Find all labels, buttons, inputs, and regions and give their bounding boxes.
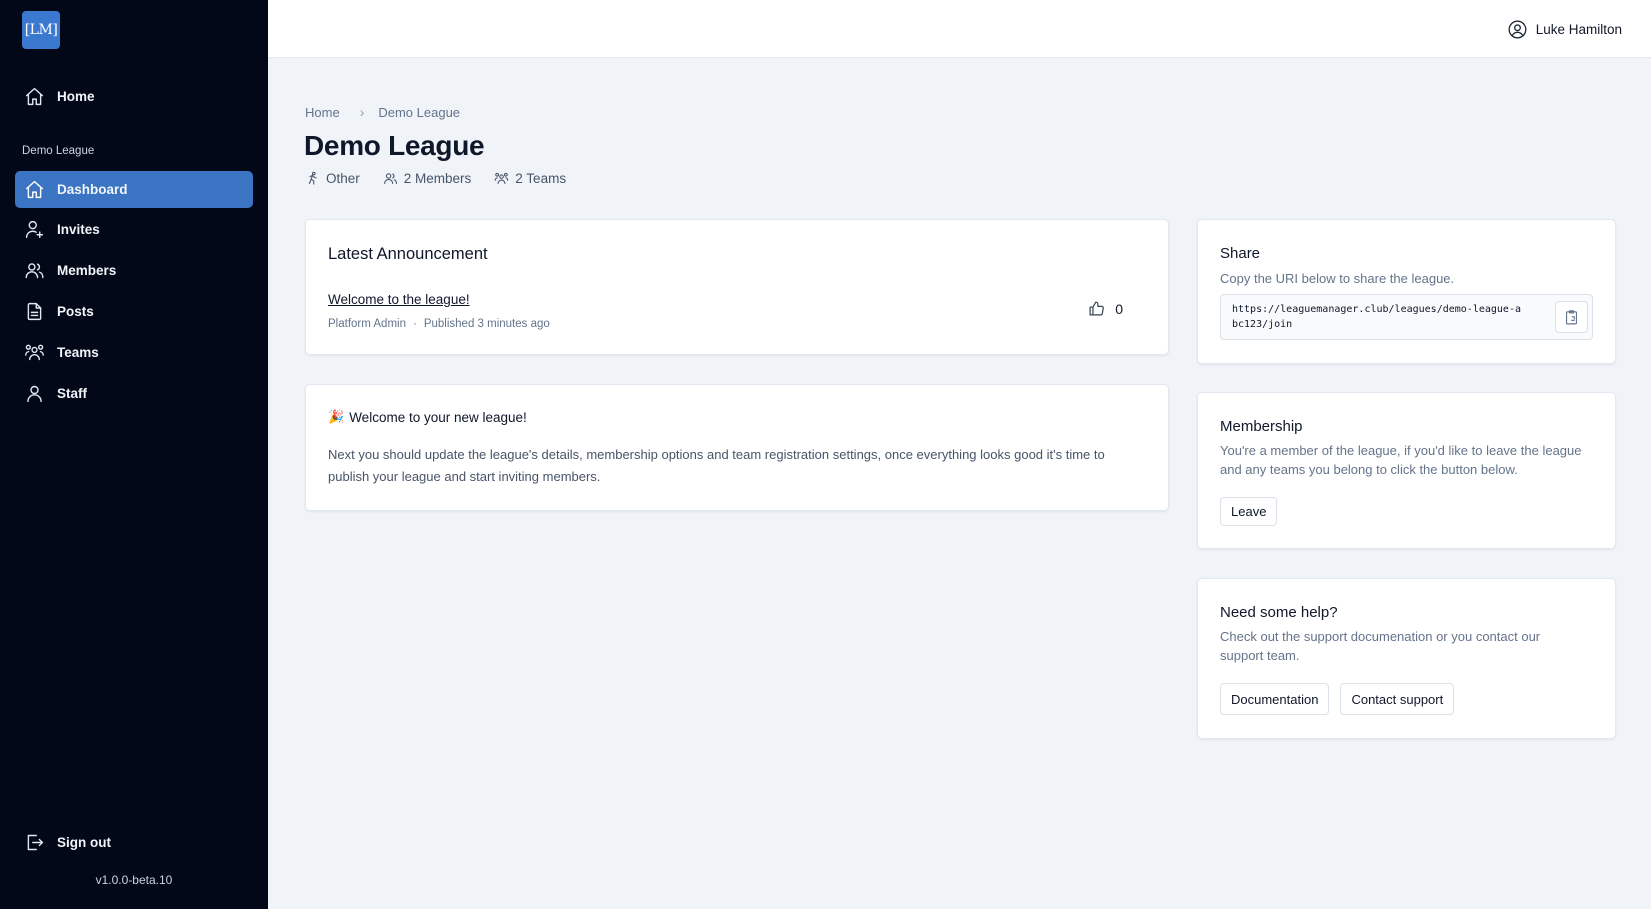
user-name: Luke Hamilton (1535, 22, 1622, 37)
user-group-icon (25, 344, 44, 361)
separator-dot: · (412, 318, 417, 330)
sidebar-item-label: Invites (57, 222, 100, 237)
contact-support-button[interactable]: Contact support (1340, 683, 1455, 715)
copy-uri-button[interactable] (1555, 301, 1588, 333)
welcome-title: Welcome to your new league! (349, 409, 527, 425)
sidebar-item-label: Members (57, 263, 117, 278)
app-version: v1.0.0-beta.10 (95, 873, 173, 887)
user-menu[interactable]: Luke Hamilton (1507, 19, 1622, 40)
like-count: 0 (1115, 300, 1123, 317)
sidebar-item-invites[interactable]: Invites (15, 211, 253, 248)
page-title: Demo League (304, 130, 485, 161)
welcome-body: Next you should update the league's deta… (328, 447, 1105, 484)
top-bar: Luke Hamilton (268, 0, 1651, 58)
announcement-published: Published 3 minutes ago (423, 318, 550, 330)
help-title: Need some help? (1220, 604, 1338, 621)
home-icon (25, 180, 44, 199)
app-logo[interactable]: [LM] (22, 11, 60, 49)
sidebar-item-teams[interactable]: Teams (15, 334, 253, 371)
membership-description: You're a member of the league, if you'd … (1220, 443, 1582, 477)
leave-button[interactable]: Leave (1220, 497, 1278, 526)
welcome-card: 🎉 Welcome to your new league! Next you s… (305, 384, 1169, 511)
sidebar-item-home[interactable]: Home (15, 78, 253, 115)
sidebar-item-dashboard[interactable]: Dashboard (15, 171, 253, 208)
sidebar-item-label: Sign out (57, 835, 111, 850)
user-plus-icon (25, 220, 44, 239)
sidebar-item-label: Dashboard (57, 182, 128, 197)
league-meta: Other 2 Members 2 Teams (305, 171, 589, 186)
sidebar-item-label: Teams (57, 345, 99, 360)
membership-title: Membership (1220, 418, 1303, 435)
help-description: Check out the support documenation or yo… (1220, 629, 1541, 663)
sign-out-button[interactable]: Sign out (15, 824, 253, 861)
announcement-meta: Platform Admin · Published 3 minutes ago (328, 318, 550, 330)
announcement-title-link[interactable]: Welcome to the league! (328, 292, 470, 307)
announcement-card: Latest Announcement Welcome to the leagu… (305, 219, 1169, 355)
party-popper-icon: 🎉 (328, 409, 345, 424)
sidebar-item-label: Staff (57, 386, 87, 401)
league-teams-count: 2 Teams (494, 171, 566, 186)
running-icon (308, 171, 317, 185)
league-sport: Other (305, 171, 360, 186)
user-group-icon (495, 172, 509, 185)
user-circle-icon (1508, 20, 1527, 39)
membership-card: Membership You're a member of the league… (1197, 392, 1616, 549)
sidebar-item-label: Posts (57, 304, 94, 319)
document-icon (27, 302, 42, 321)
announcement-author: Platform Admin (328, 318, 406, 330)
share-description: Copy the URI below to share the league. (1220, 271, 1455, 286)
user-icon (27, 385, 42, 403)
users-icon (383, 173, 397, 185)
breadcrumb-home-link[interactable]: Home (305, 105, 340, 120)
share-uri-field[interactable]: https://leaguemanager.club/leagues/demo-… (1220, 294, 1593, 340)
sidebar-item-label: Home (57, 89, 95, 104)
sidebar-item-posts[interactable]: Posts (15, 293, 253, 330)
share-title: Share (1220, 245, 1261, 262)
share-uri: https://leaguemanager.club/leagues/demo-… (1232, 304, 1521, 330)
league-members-count: 2 Members (383, 171, 471, 186)
like-button[interactable]: 0 (1088, 300, 1123, 317)
help-card: Need some help? Check out the support do… (1197, 578, 1616, 739)
home-icon (25, 87, 44, 106)
chevron-right-icon: › (359, 104, 365, 120)
share-card: Share Copy the URI below to share the le… (1197, 219, 1616, 364)
sidebar-item-members[interactable]: Members (15, 252, 253, 289)
thumbs-up-icon (1089, 301, 1105, 316)
sidebar-item-staff[interactable]: Staff (15, 375, 253, 412)
documentation-button[interactable]: Documentation (1220, 683, 1330, 715)
breadcrumb: Home › Demo League (305, 104, 460, 120)
users-icon (25, 263, 44, 279)
sidebar: [LM] Home Demo League Dashboard Invites … (0, 0, 268, 909)
sign-out-icon (27, 834, 44, 851)
clipboard-icon (1565, 309, 1578, 324)
announcement-heading: Latest Announcement (328, 245, 488, 263)
breadcrumb-current: Demo League (378, 104, 461, 120)
sidebar-section-label: Demo League (22, 145, 95, 157)
